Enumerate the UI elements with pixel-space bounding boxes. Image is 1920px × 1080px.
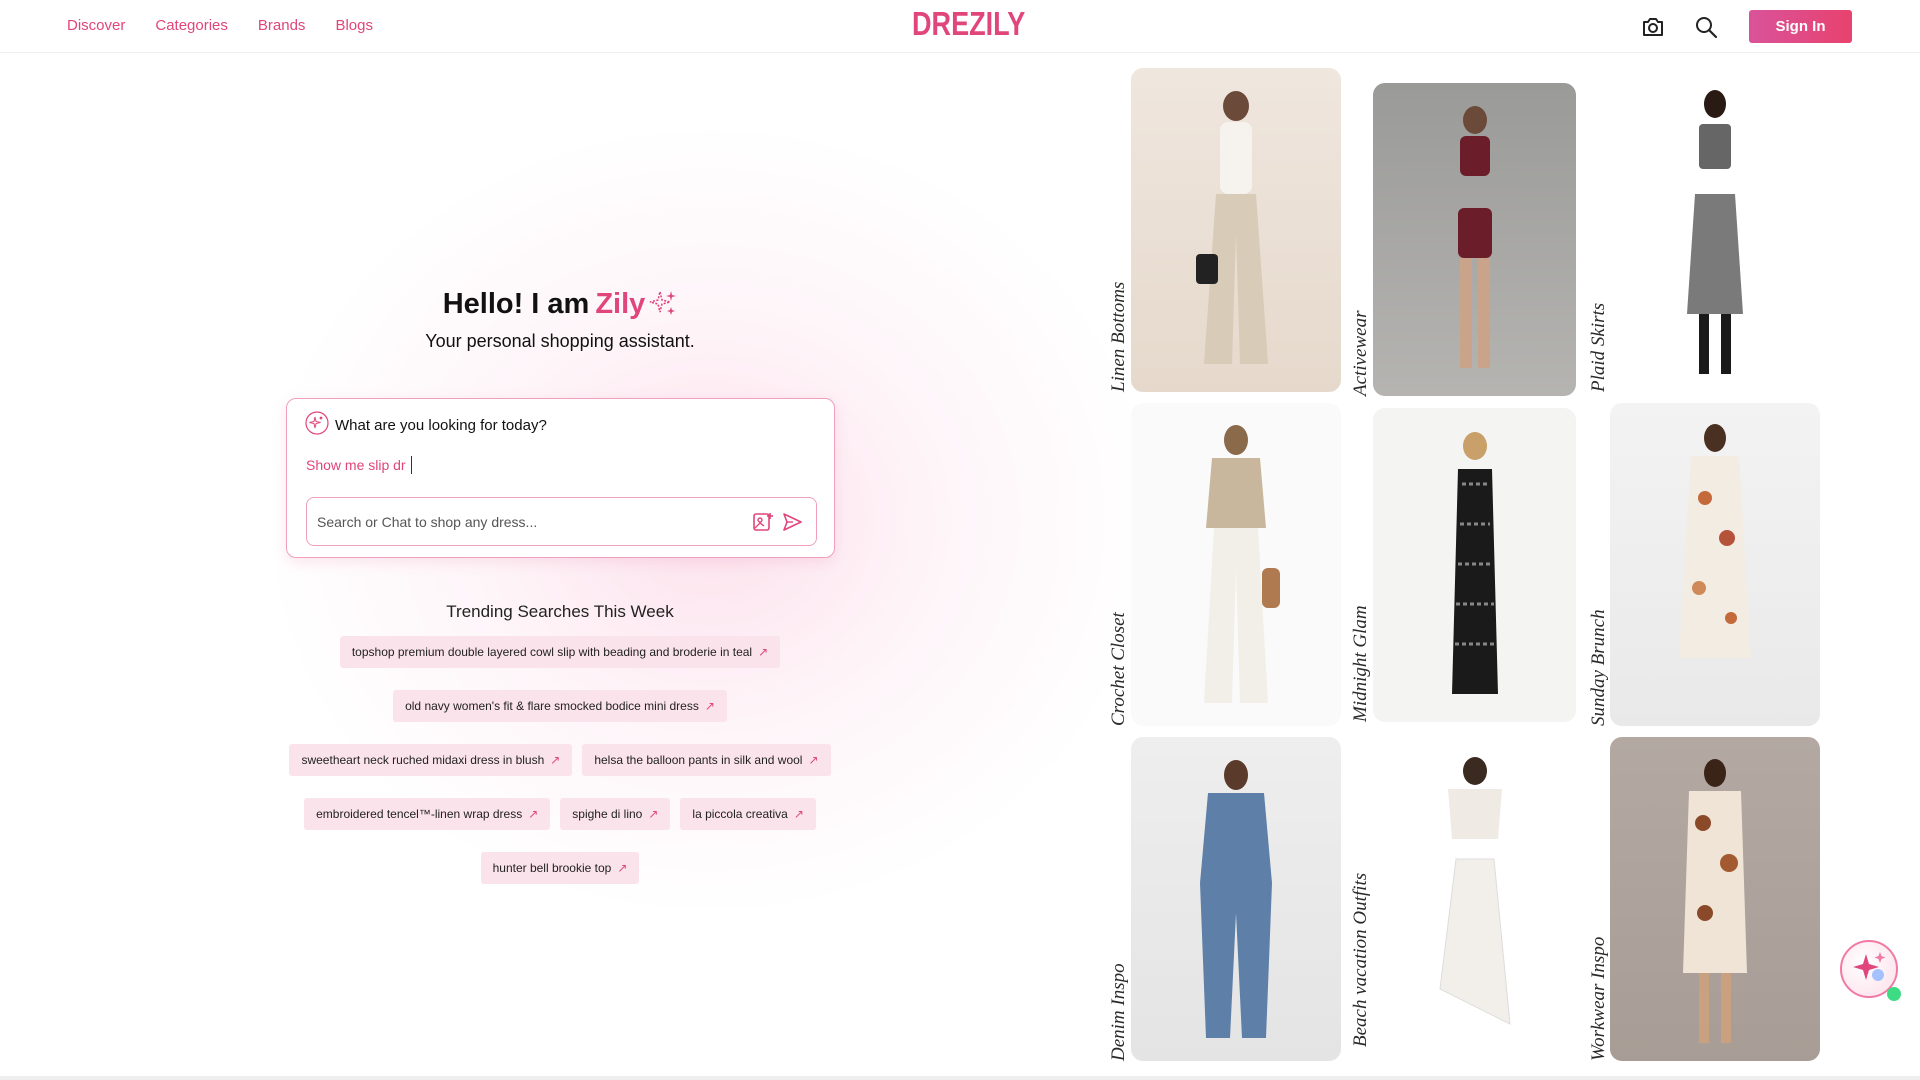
nav-categories[interactable]: Categories — [155, 17, 228, 34]
online-status-dot — [1887, 987, 1901, 1001]
collection-label-activewear[interactable]: Activewear — [1350, 311, 1372, 396]
model-image — [1204, 425, 1280, 703]
text-caret — [410, 456, 413, 474]
site-logo[interactable]: DREZILY — [912, 5, 1025, 43]
collection-card-activewear[interactable] — [1373, 83, 1576, 396]
trend-arrow-icon: ↗ — [617, 861, 628, 875]
sparkle-fab-icon — [1853, 952, 1886, 981]
trend-arrow-icon: ↗ — [793, 807, 804, 821]
chip-label: sweetheart neck ruched midaxi dress in b… — [301, 753, 545, 767]
chip-label: spighe di lino — [572, 807, 643, 821]
collection-card-beach-vacation-outfits[interactable] — [1373, 735, 1576, 1047]
trend-chip[interactable]: la piccola creativa ↗ — [680, 798, 816, 830]
sparkle-icon — [649, 289, 677, 325]
collection-label-midnight-glam[interactable]: Midnight Glam — [1350, 605, 1372, 722]
trend-chip[interactable]: old navy women's fit & flare smocked bod… — [393, 690, 727, 722]
collection-label-linen-bottoms[interactable]: Linen Bottoms — [1108, 282, 1130, 392]
model-image — [1200, 760, 1272, 1038]
collection-label-beach-vacation-outfits[interactable]: Beach vacation Outfits — [1350, 873, 1372, 1047]
chip-label: topshop premium double layered cowl slip… — [351, 645, 753, 659]
trend-arrow-icon: ↗ — [704, 699, 715, 713]
trending-chips: topshop premium double layered cowl slip… — [260, 636, 860, 884]
camera-icon[interactable] — [1640, 14, 1666, 40]
chat-typing-text: Show me slip dr — [306, 456, 413, 474]
trend-chip[interactable]: hunter bell brookie top ↗ — [480, 852, 640, 884]
greeting-text: Hello! I am — [442, 288, 590, 320]
chat-question: What are you looking for today? — [305, 411, 547, 439]
collection-card-midnight-glam[interactable] — [1373, 408, 1576, 722]
chat-question-text: What are you looking for today? — [335, 416, 547, 434]
collection-card-linen-bottoms[interactable] — [1131, 68, 1341, 392]
collection-label-plaid-skirts[interactable]: Plaid Skirts — [1588, 303, 1610, 392]
send-icon[interactable] — [781, 511, 803, 533]
model-image — [1438, 757, 1511, 1025]
trending-title: Trending Searches This Week — [446, 602, 674, 621]
collection-label-denim-inspo[interactable]: Denim Inspo — [1108, 963, 1130, 1061]
assistant-avatar-icon — [305, 411, 329, 439]
main-nav: Discover Categories Brands Blogs — [67, 17, 373, 34]
model-image — [1451, 432, 1498, 694]
collection-label-sunday-brunch[interactable]: Sunday Brunch — [1588, 609, 1610, 726]
nav-blogs[interactable]: Blogs — [335, 17, 373, 34]
collection-card-plaid-skirts[interactable] — [1610, 68, 1820, 392]
trend-arrow-icon: ↗ — [528, 807, 539, 821]
trend-chip[interactable]: topshop premium double layered cowl slip… — [339, 636, 781, 668]
model-image — [1683, 759, 1747, 1043]
chip-label: la piccola creativa — [692, 807, 788, 821]
model-image — [1687, 90, 1743, 374]
trend-chip[interactable]: helsa the balloon pants in silk and wool… — [582, 744, 831, 776]
search-icon[interactable] — [1693, 14, 1719, 40]
typing-value: Show me slip dr — [306, 457, 406, 473]
collection-card-crochet-closet[interactable] — [1131, 403, 1341, 726]
trend-chip[interactable]: embroidered tencel™-linen wrap dress ↗ — [304, 798, 551, 830]
assistant-name: Zily — [595, 288, 646, 320]
chip-label: old navy women's fit & flare smocked bod… — [405, 699, 699, 713]
chat-search-input[interactable] — [317, 498, 737, 545]
chat-card: What are you looking for today? Show me … — [286, 398, 835, 558]
model-image — [1679, 424, 1751, 658]
page-bottom-divider — [0, 1076, 1920, 1080]
sign-in-button[interactable]: Sign In — [1749, 10, 1852, 43]
hero-subtitle: Your personal shopping assistant. — [425, 331, 695, 351]
trend-chip[interactable]: sweetheart neck ruched midaxi dress in b… — [289, 744, 573, 776]
collection-label-workwear-inspo[interactable]: Workwear Inspo — [1588, 937, 1610, 1061]
model-image — [1196, 91, 1268, 364]
chat-input-box — [306, 497, 817, 546]
trend-chip[interactable]: spighe di lino ↗ — [560, 798, 671, 830]
model-image — [1457, 106, 1492, 368]
trend-arrow-icon: ↗ — [648, 807, 659, 821]
trend-arrow-icon: ↗ — [808, 753, 819, 767]
chip-label: hunter bell brookie top — [492, 861, 612, 875]
trend-arrow-icon: ↗ — [550, 753, 561, 767]
top-header: Discover Categories Brands Blogs DREZILY… — [0, 0, 1920, 53]
image-upload-icon[interactable] — [752, 511, 774, 533]
collection-card-denim-inspo[interactable] — [1131, 737, 1341, 1061]
nav-brands[interactable]: Brands — [258, 17, 306, 34]
chip-label: embroidered tencel™-linen wrap dress — [316, 807, 523, 821]
hero-greeting: Hello! I am Zily — [320, 288, 800, 325]
collection-card-sunday-brunch[interactable] — [1610, 403, 1820, 726]
trend-arrow-icon: ↗ — [758, 645, 769, 659]
collection-label-crochet-closet[interactable]: Crochet Closet — [1108, 612, 1130, 726]
chip-label: helsa the balloon pants in silk and wool — [594, 753, 803, 767]
nav-discover[interactable]: Discover — [67, 17, 125, 34]
collection-card-workwear-inspo[interactable] — [1610, 737, 1820, 1061]
